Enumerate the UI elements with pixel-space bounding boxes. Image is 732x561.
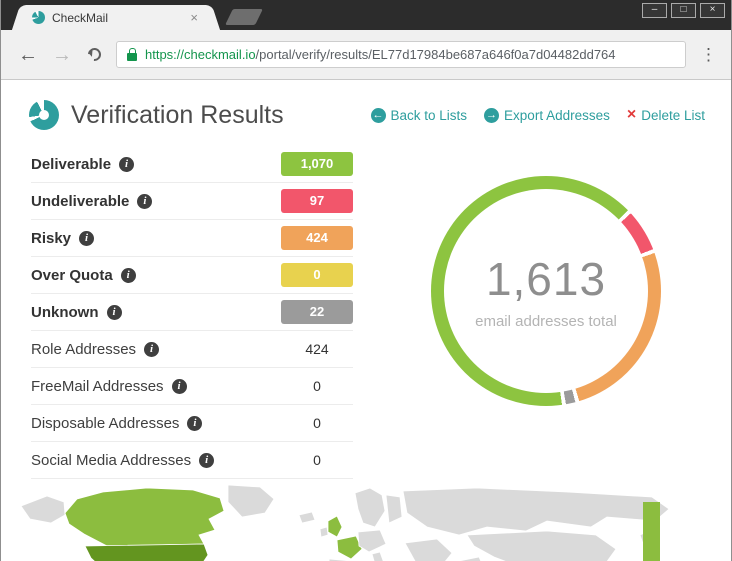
browser-tab[interactable]: CheckMail ×	[23, 5, 209, 30]
stat-row-undeliverable: Undeliverable i 97	[31, 183, 353, 220]
browser-toolbar: ← → https://checkmail.io/portal/verify/r…	[1, 30, 731, 80]
stat-label: Unknown	[31, 304, 99, 321]
map-india	[459, 557, 488, 561]
map-russia	[403, 488, 669, 535]
stat-label: Disposable Addresses	[31, 415, 179, 432]
refresh-icon[interactable]	[88, 48, 101, 61]
total-count: 1,613	[486, 252, 606, 306]
action-label: Export Addresses	[504, 108, 610, 123]
stat-row-role-addresses: Role Addresses i 424	[31, 331, 353, 368]
window-controls: – □ ×	[642, 3, 725, 18]
back-to-lists-link[interactable]: ← Back to Lists	[371, 108, 468, 123]
stat-row-risky: Risky i 424	[31, 220, 353, 257]
address-bar[interactable]: https://checkmail.io/portal/verify/resul…	[116, 41, 686, 68]
action-label: Back to Lists	[391, 108, 468, 123]
stats-table: Deliverable i 1,070 Undeliverable i 97 R…	[31, 146, 353, 479]
stat-label: FreeMail Addresses	[31, 378, 164, 395]
bar-chart-bar	[643, 502, 660, 561]
donut-chart: 1,613 email addresses total	[431, 176, 661, 406]
info-icon[interactable]: i	[121, 268, 136, 283]
menu-icon[interactable]: ⋮	[700, 46, 717, 63]
stat-value: 0	[281, 452, 353, 468]
map-finland	[386, 495, 402, 523]
titlebar: CheckMail × – □ ×	[1, 0, 731, 30]
world-map	[7, 482, 707, 561]
map-iceland	[299, 512, 315, 523]
padlock-icon	[127, 53, 137, 61]
stat-row-over-quota: Over Quota i 0	[31, 257, 353, 294]
page-content: Verification Results ← Back to Lists → E…	[1, 80, 731, 561]
tab-title: CheckMail	[52, 11, 188, 25]
info-icon[interactable]: i	[107, 305, 122, 320]
stat-label: Social Media Addresses	[31, 452, 191, 469]
back-circle-icon: ←	[371, 108, 386, 123]
info-icon[interactable]: i	[144, 342, 159, 357]
map-ireland	[320, 527, 328, 537]
checkmail-logo-icon	[29, 100, 59, 130]
stat-row-disposable-addresses: Disposable Addresses i 0	[31, 405, 353, 442]
stat-row-freemail-addresses: FreeMail Addresses i 0	[31, 368, 353, 405]
export-addresses-link[interactable]: → Export Addresses	[484, 108, 610, 123]
browser-window: CheckMail × – □ × ← → https://checkmail.…	[0, 0, 732, 561]
stat-value: 424	[281, 341, 353, 357]
stat-row-social-media-addresses: Social Media Addresses i 0	[31, 442, 353, 479]
url-domain: https://checkmail.io	[145, 47, 256, 62]
map-usa	[85, 544, 208, 561]
info-icon[interactable]: i	[172, 379, 187, 394]
header-actions: ← Back to Lists → Export Addresses × Del…	[371, 107, 705, 123]
url-path: /portal/verify/results/EL77d17984be687a6…	[256, 47, 616, 62]
stat-label: Over Quota	[31, 267, 113, 284]
stat-row-unknown: Unknown i 22	[31, 294, 353, 331]
minimize-button[interactable]: –	[642, 3, 667, 18]
info-icon[interactable]: i	[137, 194, 152, 209]
checkmail-favicon-icon	[32, 11, 45, 24]
stat-value: 0	[281, 378, 353, 394]
stat-value: 97	[281, 189, 353, 213]
maximize-button[interactable]: □	[671, 3, 696, 18]
stat-value: 424	[281, 226, 353, 250]
map-greenland	[228, 485, 274, 517]
stat-value: 22	[281, 300, 353, 324]
export-circle-icon: →	[484, 108, 499, 123]
map-alaska	[21, 496, 65, 523]
map-canada	[65, 488, 224, 546]
map-italy	[372, 552, 386, 561]
new-tab-button[interactable]	[225, 9, 263, 25]
stat-value: 0	[281, 415, 353, 431]
stat-label: Role Addresses	[31, 341, 136, 358]
stat-row-deliverable: Deliverable i 1,070	[31, 146, 353, 183]
map-central-asia	[467, 531, 616, 561]
map-middle-east	[405, 539, 452, 561]
info-icon[interactable]: i	[187, 416, 202, 431]
map-uk	[328, 516, 342, 537]
map-scandinavia	[355, 488, 385, 527]
stat-label: Risky	[31, 230, 71, 247]
stat-label: Undeliverable	[31, 193, 129, 210]
stat-label: Deliverable	[31, 156, 111, 173]
page-title: Verification Results	[71, 101, 284, 130]
info-icon[interactable]: i	[199, 453, 214, 468]
tab-close-icon[interactable]: ×	[188, 11, 200, 24]
total-subtitle: email addresses total	[475, 313, 617, 330]
forward-icon[interactable]: →	[52, 45, 72, 65]
back-icon[interactable]: ←	[18, 45, 38, 65]
delete-x-icon: ×	[627, 107, 636, 123]
info-icon[interactable]: i	[79, 231, 94, 246]
delete-list-link[interactable]: × Delete List	[627, 107, 705, 123]
close-button[interactable]: ×	[700, 3, 725, 18]
page-header: Verification Results ← Back to Lists → E…	[1, 80, 731, 130]
info-icon[interactable]: i	[119, 157, 134, 172]
stat-value: 0	[281, 263, 353, 287]
donut-center: 1,613 email addresses total	[444, 189, 648, 393]
action-label: Delete List	[641, 108, 705, 123]
stat-value: 1,070	[281, 152, 353, 176]
world-map-svg	[7, 482, 707, 561]
